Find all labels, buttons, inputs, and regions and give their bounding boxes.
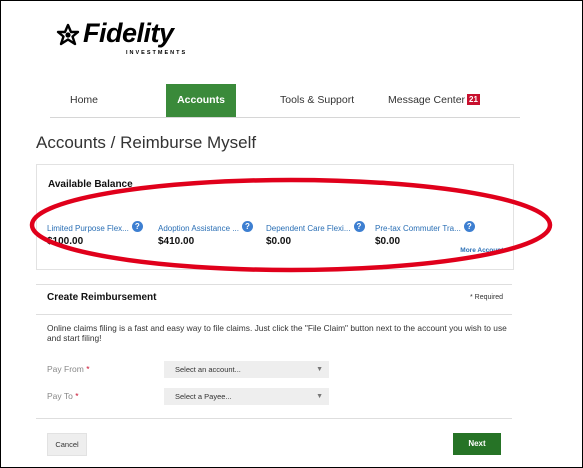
pay-to-select[interactable]: Select a Payee... ▼ (164, 388, 329, 405)
section-divider (36, 418, 512, 419)
pay-from-label: Pay From * (47, 364, 90, 374)
create-reimbursement-heading: Create Reimbursement (47, 292, 157, 303)
required-mark: * (86, 364, 90, 374)
required-note: * Required (470, 294, 504, 301)
brand-tagline: INVESTMENTS (126, 50, 188, 56)
brand-name: Fidelity (83, 18, 174, 48)
next-button[interactable]: Next (453, 433, 501, 455)
account-name-link[interactable]: Pre-tax Commuter Tra... (375, 224, 461, 233)
section-divider (36, 284, 512, 285)
message-count-badge: 21 (467, 94, 480, 105)
nav-item-accounts[interactable]: Accounts (166, 84, 236, 117)
account-balance: $0.00 (375, 236, 401, 247)
pay-to-label-text: Pay To (47, 391, 73, 401)
nav-item-message-center-label: Message Center (388, 94, 466, 106)
cancel-button[interactable]: Cancel (47, 433, 87, 456)
pay-from-select[interactable]: Select an account... ▼ (164, 361, 329, 378)
pay-from-label-text: Pay From (47, 364, 84, 374)
chevron-down-icon: ▼ (316, 393, 323, 400)
pay-to-label: Pay To * (47, 391, 79, 401)
more-accounts-link[interactable]: More Accounts (460, 247, 507, 254)
fidelity-pyramid-icon (56, 23, 80, 46)
pay-from-select-value: Select an account... (175, 365, 241, 374)
account-name-link[interactable]: Adoption Assistance ... (158, 224, 239, 233)
account-tile: Pre-tax Commuter Tra...? $0.00 (375, 218, 485, 247)
page-title: Accounts / Reimburse Myself (36, 133, 257, 152)
help-icon[interactable]: ? (463, 221, 475, 232)
account-tile: Adoption Assistance ...? $410.00 (158, 218, 268, 247)
chevron-down-icon: ▼ (316, 366, 323, 373)
account-name-link[interactable]: Limited Purpose Flex... (47, 224, 129, 233)
section-divider (36, 314, 512, 315)
claims-info-text: Online claims filing is a fast and easy … (47, 323, 507, 343)
help-icon[interactable]: ? (131, 221, 143, 232)
available-balance-heading: Available Balance (48, 179, 133, 190)
help-icon[interactable]: ? (353, 221, 365, 232)
account-balance: $0.00 (266, 236, 292, 247)
account-name-link[interactable]: Dependent Care Flexi... (266, 224, 351, 233)
help-icon[interactable]: ? (241, 221, 253, 232)
required-mark: * (75, 391, 79, 401)
available-balance-card: Available Balance Limited Purpose Flex..… (36, 164, 514, 270)
account-balance: $410.00 (158, 236, 195, 247)
account-tile: Limited Purpose Flex...? $100.00 (47, 218, 157, 247)
nav-divider (50, 117, 520, 118)
main-nav: Home Accounts Tools & Support Message Ce… (50, 84, 520, 118)
nav-item-tools-support[interactable]: Tools & Support (280, 84, 354, 117)
pay-to-select-value: Select a Payee... (175, 392, 232, 401)
nav-item-home[interactable]: Home (70, 84, 98, 117)
account-tile: Dependent Care Flexi...? $0.00 (266, 218, 376, 247)
account-balance: $100.00 (47, 236, 84, 247)
nav-item-message-center[interactable]: Message Center 21 (388, 84, 480, 117)
